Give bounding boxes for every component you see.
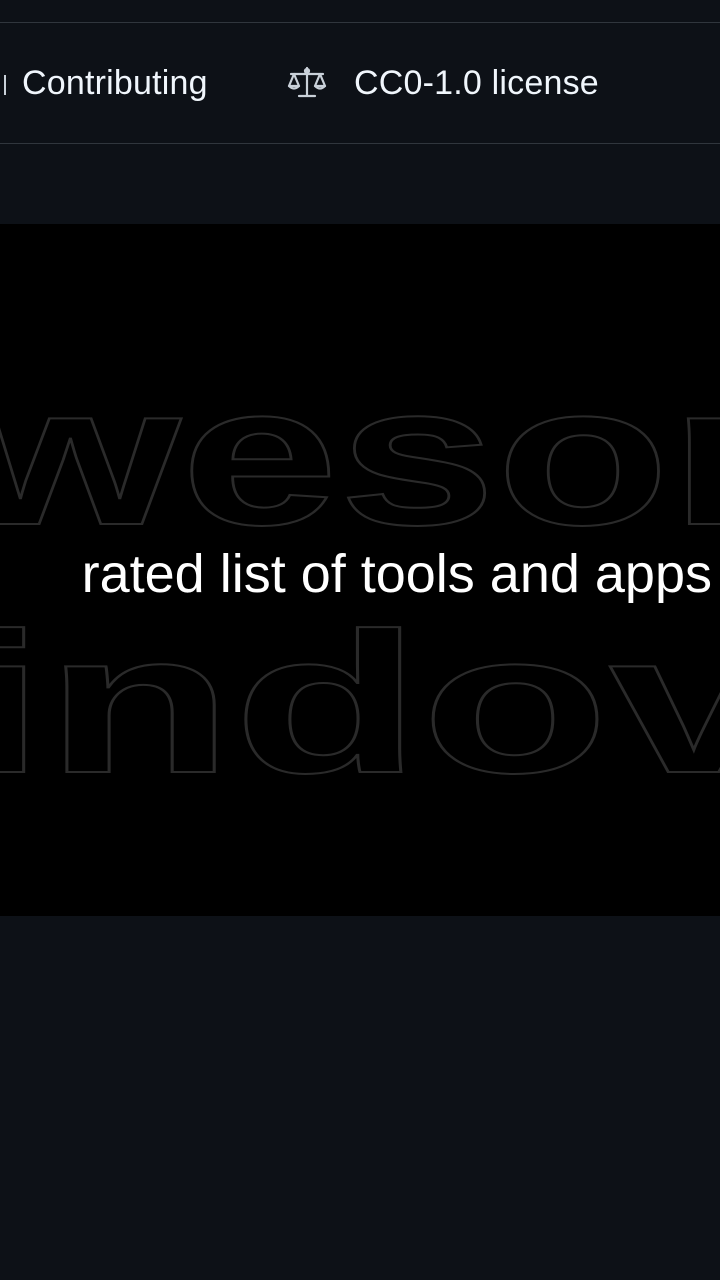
banner-tagline-text: rated list of tools and apps [81,544,712,604]
repo-page: Contributing CC0-1.0 license wesor [0,0,720,1280]
readme-banner-image: wesor indov rated list of tools and apps [0,224,720,916]
tab-contributing-label: Contributing [22,63,208,102]
tab-contributing[interactable]: Contributing [22,23,208,143]
banner-outline-line2: indov [0,592,720,815]
tab-license-label: CC0-1.0 license [354,63,599,102]
tab-edge-fragment [0,75,6,95]
law-scale-icon [286,65,328,101]
banner-tagline: rated list of tools and apps [0,534,720,614]
tab-license[interactable]: CC0-1.0 license [286,23,599,143]
readme-tab-bar: Contributing CC0-1.0 license [0,22,720,144]
